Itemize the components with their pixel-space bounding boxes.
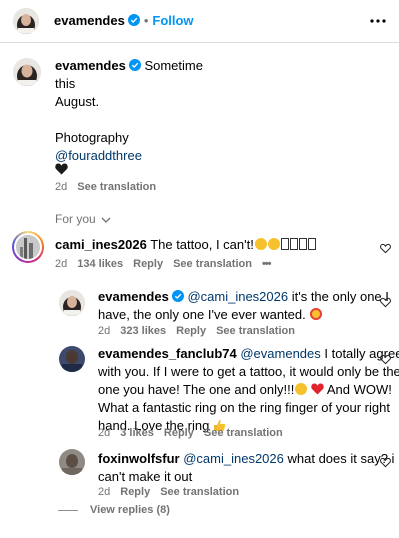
missing-glyph-icon (280, 238, 289, 250)
caption-avatar[interactable] (13, 58, 41, 86)
reply-username[interactable]: foxinwolfsfur (98, 451, 180, 466)
reply-avatar[interactable] (59, 449, 85, 475)
like-heart-icon[interactable] (380, 354, 391, 365)
header-title-row: evamendes • Follow (54, 13, 194, 28)
missing-glyph-icon (298, 238, 307, 250)
reply-reply-button[interactable]: Reply (164, 427, 194, 439)
caption-line: Photography (55, 130, 129, 145)
reply-see-translation[interactable]: See translation (204, 427, 283, 439)
comment-text: cami_ines2026 The tattoo, I can't! (55, 236, 316, 254)
reply-avatar[interactable] (59, 290, 85, 316)
reply-body-line: What a fantastic ring on the ring finger… (98, 400, 390, 415)
avatar[interactable] (13, 8, 39, 34)
like-heart-icon[interactable] (380, 243, 391, 254)
post-header: evamendes • Follow (0, 0, 399, 43)
caption-meta: 2d See translation (55, 181, 166, 193)
follow-button[interactable]: Follow (152, 13, 193, 28)
black-heart-icon (55, 163, 68, 175)
heart-eyes-emoji-icon (310, 308, 323, 320)
reply-age: 2d (98, 427, 111, 439)
comment-age: 2d (55, 258, 68, 270)
verified-badge-icon (127, 14, 140, 26)
reply-body-line: it's the only one I (288, 289, 389, 304)
reply-meta: 2d Reply See translation (98, 486, 249, 498)
verified-badge-icon (128, 59, 141, 71)
reply-reply-button[interactable]: Reply (120, 486, 150, 498)
comment-reply-button[interactable]: Reply (133, 258, 163, 270)
reply-body-line: what does it say? i (283, 451, 395, 466)
comment-meta: 2d 134 likes Reply See translation ••• (55, 258, 281, 270)
missing-glyph-icon (307, 238, 316, 250)
reply-avatar[interactable] (59, 346, 85, 372)
comment-see-translation[interactable]: See translation (173, 258, 252, 270)
comment-avatar[interactable] (14, 233, 42, 261)
reply-reply-button[interactable]: Reply (176, 325, 206, 337)
header-username[interactable]: evamendes (54, 13, 125, 28)
like-heart-icon[interactable] (380, 297, 391, 308)
reply-meta: 2d 323 likes Reply See translation (98, 325, 305, 337)
reply-username[interactable]: evamendes (98, 289, 169, 304)
comment-more-button[interactable]: ••• (262, 258, 272, 270)
caption-text: evamendes Sometime this August. Photogra… (55, 57, 375, 165)
grinning-emoji-icon (254, 238, 267, 250)
reply-text: evamendes @cami_ines2026 it's the only o… (98, 288, 389, 324)
reply-mention[interactable]: @evamendes (240, 346, 320, 361)
comment-body: The tattoo, I can't! (150, 237, 254, 252)
reply-body-line: with you. If I were to get a tattoo, it … (98, 364, 399, 379)
caption-mention[interactable]: @fouraddthree (55, 148, 142, 163)
reply-see-translation[interactable]: See translation (160, 486, 239, 498)
reply-body-line: one you have! The one and only!!! (98, 382, 295, 397)
separator: • (143, 13, 149, 28)
reply-text: foxinwolfsfur @cami_ines2026 what does i… (98, 450, 394, 486)
reply-body-line: can't make it out (98, 469, 193, 484)
more-options-icon[interactable] (369, 12, 387, 30)
caption-see-translation[interactable]: See translation (77, 181, 156, 193)
reply-likes[interactable]: 323 likes (120, 325, 166, 337)
comment-likes[interactable]: 134 likes (77, 258, 123, 270)
reply-likes[interactable]: 3 likes (120, 427, 154, 439)
reply-age: 2d (98, 486, 111, 498)
red-heart-icon (311, 383, 324, 395)
caption-username[interactable]: evamendes (55, 58, 126, 73)
chevron-down-icon (101, 217, 111, 223)
for-you-filter[interactable]: For you (55, 212, 111, 226)
like-heart-icon[interactable] (380, 457, 391, 468)
caption-line: August. (55, 94, 100, 109)
caption-age: 2d (55, 181, 68, 193)
laughing-emoji-icon (267, 238, 280, 250)
reply-username[interactable]: evamendes_fanclub74 (98, 346, 237, 361)
missing-glyph-icon (289, 238, 298, 250)
view-replies-divider (58, 510, 78, 511)
reply-age: 2d (98, 325, 111, 337)
reply-see-translation[interactable]: See translation (216, 325, 295, 337)
reply-mention[interactable]: @cami_ines2026 (183, 451, 284, 466)
reply-meta: 2d 3 likes Reply See translation (98, 427, 293, 439)
comment-username[interactable]: cami_ines2026 (55, 237, 147, 252)
reply-mention[interactable]: @cami_ines2026 (187, 289, 288, 304)
reply-body-line: And WOW! (323, 382, 392, 397)
caption-line: Sometime (144, 58, 203, 73)
caption-line: this (55, 76, 76, 91)
screaming-emoji-icon (295, 383, 308, 395)
view-replies-button[interactable]: View replies (8) (90, 504, 170, 516)
reply-body-line: have, the only one I've ever wanted. (98, 307, 306, 322)
for-you-label: For you (55, 212, 96, 226)
reply-text: evamendes_fanclub74 @evamendes I totally… (98, 345, 399, 435)
verified-badge-icon (171, 290, 184, 302)
